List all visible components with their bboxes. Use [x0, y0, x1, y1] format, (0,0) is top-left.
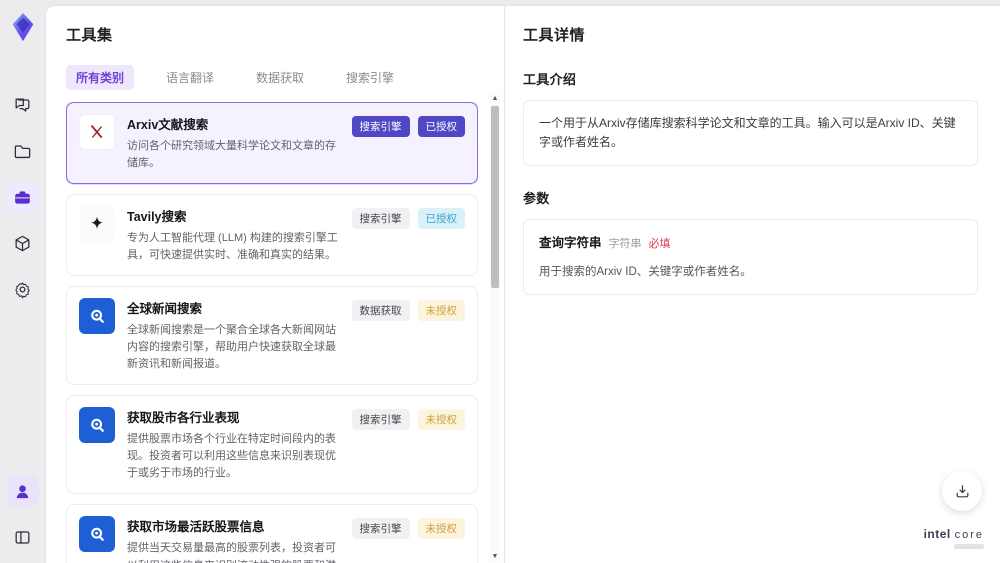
- tab-language-translation[interactable]: 语言翻译: [156, 65, 224, 90]
- tool-info: 获取市场最活跃股票信息提供当天交易量最高的股票列表，投资者可以利用这些信息来识别…: [127, 516, 340, 563]
- page-title: 工具集: [66, 27, 113, 44]
- tool-badges: 搜索引擎 已授权: [351, 114, 465, 172]
- main-content: 工具集 所有类别 语言翻译 数据获取 搜索引擎 Arxiv文献搜索访问各个研究领…: [45, 5, 1000, 563]
- cube-icon: [15, 235, 30, 251]
- sidebar-item-files[interactable]: [7, 135, 39, 167]
- tool-name: 获取股市各行业表现: [127, 411, 240, 426]
- tool-info: 获取股市各行业表现提供股票市场各个行业在特定时间段内的表现。投资者可以利用这些信…: [127, 407, 340, 482]
- intel-brand-secondary: core: [954, 529, 984, 541]
- tool-description: 全球新闻搜索是一个聚合全球各大新闻网站内容的搜索引擎，帮助用户快速获取全球最新资…: [127, 324, 336, 371]
- sparkle-icon: [79, 206, 115, 243]
- auth-status-badge: 未授权: [417, 518, 465, 540]
- auth-status-badge: 已授权: [417, 116, 465, 137]
- download-icon: [956, 484, 968, 497]
- tool-list-item[interactable]: 获取市场最活跃股票信息提供当天交易量最高的股票列表，投资者可以利用这些信息来识别…: [66, 504, 478, 563]
- nav-rail: [0, 0, 45, 563]
- intro-section-title: 工具介绍: [523, 72, 577, 87]
- auth-status-badge: 未授权: [417, 300, 465, 322]
- category-badge: 搜索引擎: [351, 409, 410, 431]
- tool-description: 访问各个研究领域大量科学论文和文章的存储库。: [127, 140, 336, 170]
- category-badge: 搜索引擎: [351, 208, 410, 230]
- arxiv-icon: [79, 114, 115, 150]
- folder-icon: [14, 144, 31, 158]
- intro-card: 一个用于从Arxiv存储库搜索科学论文和文章的工具。输入可以是Arxiv ID、…: [523, 100, 978, 167]
- tab-data-acquisition[interactable]: 数据获取: [246, 65, 314, 90]
- param-name: 查询字符串: [539, 236, 602, 251]
- param-description: 用于搜索的Arxiv ID、关键字或作者姓名。: [539, 265, 752, 278]
- tool-list: Arxiv文献搜索 访问各个研究领域大量科学论文和文章的存储库。 搜索引擎 已授权 Ta…: [66, 102, 478, 563]
- tool-description: 提供当天交易量最高的股票列表，投资者可以利用这些信息来识别流动性强的股票和潜在的…: [127, 542, 336, 563]
- tool-name: Arxiv文献搜索: [127, 118, 209, 132]
- sidebar-item-chat[interactable]: [7, 89, 39, 121]
- param-card: 查询字符串 字符串 必填 用于搜索的Arxiv ID、关键字或作者姓名。: [523, 219, 978, 296]
- blue-search-icon: [79, 298, 115, 335]
- tool-list-item[interactable]: 获取股市各行业表现提供股票市场各个行业在特定时间段内的表现。投资者可以利用这些信…: [66, 395, 478, 495]
- auth-status-badge: 未授权: [417, 409, 465, 431]
- param-type: 字符串: [608, 238, 642, 251]
- tool-info: Tavily搜索专为人工智能代理 (LLM) 构建的搜索引擎工具，可快速提供实时…: [127, 206, 340, 264]
- tool-badges: 数据获取 未授权: [351, 298, 465, 373]
- app-logo: [8, 12, 38, 42]
- sidebar-item-collapse-panel[interactable]: [7, 521, 39, 553]
- tool-description: 专为人工智能代理 (LLM) 构建的搜索引擎工具，可快速提供实时、准确和真实的结…: [127, 232, 338, 262]
- blue-search-icon: [79, 407, 115, 444]
- list-scrollbar: ▲ ▼: [490, 94, 500, 562]
- category-badge: 数据获取: [351, 300, 410, 322]
- param-required-badge: 必填: [648, 238, 671, 251]
- tool-list-pane: 工具集 所有类别 语言翻译 数据获取 搜索引擎 Arxiv文献搜索访问各个研究领…: [46, 6, 505, 563]
- tool-name: Tavily搜索: [127, 210, 187, 225]
- category-badge: 搜索引擎: [351, 518, 410, 540]
- params-section-title: 参数: [523, 191, 550, 207]
- tool-list-item[interactable]: Arxiv文献搜索访问各个研究领域大量科学论文和文章的存储库。 搜索引擎 已授权: [66, 102, 478, 185]
- tool-badges: 搜索引擎 未授权: [351, 516, 465, 563]
- detail-title: 工具详情: [523, 27, 586, 44]
- intel-ultra-bar: [954, 544, 984, 549]
- blue-search-icon: [79, 516, 115, 553]
- sidebar-item-settings[interactable]: [7, 273, 39, 305]
- tool-list-item[interactable]: Tavily搜索专为人工智能代理 (LLM) 构建的搜索引擎工具，可快速提供实时…: [66, 194, 478, 277]
- category-tabs: 所有类别 语言翻译 数据获取 搜索引擎: [66, 65, 504, 90]
- sidebar-item-profile[interactable]: [6, 475, 39, 507]
- chat-icon: [15, 98, 30, 112]
- tool-info: Arxiv文献搜索访问各个研究领域大量科学论文和文章的存储库。: [127, 114, 340, 172]
- tool-name: 全球新闻搜索: [127, 302, 203, 317]
- auth-status-badge: 已授权: [417, 208, 465, 230]
- category-badge: 搜索引擎: [351, 116, 410, 137]
- tool-name: 获取市场最活跃股票信息: [127, 520, 265, 535]
- scrollbar-track[interactable]: [490, 104, 500, 552]
- panel-layout-icon: [15, 530, 30, 544]
- sidebar-item-tools[interactable]: [6, 181, 39, 213]
- sidebar-item-packages[interactable]: [7, 227, 39, 259]
- download-button[interactable]: [942, 471, 982, 511]
- person-icon: [16, 484, 29, 498]
- tool-info: 全球新闻搜索全球新闻搜索是一个聚合全球各大新闻网站内容的搜索引擎，帮助用户快速获…: [127, 298, 340, 373]
- app-window: 工具集 所有类别 语言翻译 数据获取 搜索引擎 Arxiv文献搜索访问各个研究领…: [0, 0, 1000, 563]
- scrollbar-up-arrow[interactable]: ▲: [492, 94, 499, 104]
- tool-badges: 搜索引擎 已授权: [351, 206, 465, 264]
- scrollbar-thumb[interactable]: [491, 106, 499, 288]
- intel-brand-primary: intel: [923, 527, 951, 541]
- tool-badges: 搜索引擎 未授权: [351, 407, 465, 482]
- intel-core-logo: intel core: [924, 527, 984, 549]
- tab-all-categories[interactable]: 所有类别: [66, 65, 135, 90]
- tool-description: 提供股票市场各个行业在特定时间段内的表现。投资者可以利用这些信息来识别表现优于或…: [127, 433, 336, 480]
- tool-detail-pane: 工具详情 工具介绍 一个用于从Arxiv存储库搜索科学论文和文章的工具。输入可以…: [505, 6, 1000, 563]
- tab-search-engine[interactable]: 搜索引擎: [336, 65, 404, 90]
- param-header: 查询字符串 字符串 必填: [539, 233, 962, 254]
- briefcase-icon: [15, 190, 30, 204]
- tool-list-item[interactable]: 全球新闻搜索全球新闻搜索是一个聚合全球各大新闻网站内容的搜索引擎，帮助用户快速获…: [66, 286, 478, 386]
- gear-icon: [15, 281, 30, 298]
- scrollbar-down-arrow[interactable]: ▼: [492, 552, 499, 562]
